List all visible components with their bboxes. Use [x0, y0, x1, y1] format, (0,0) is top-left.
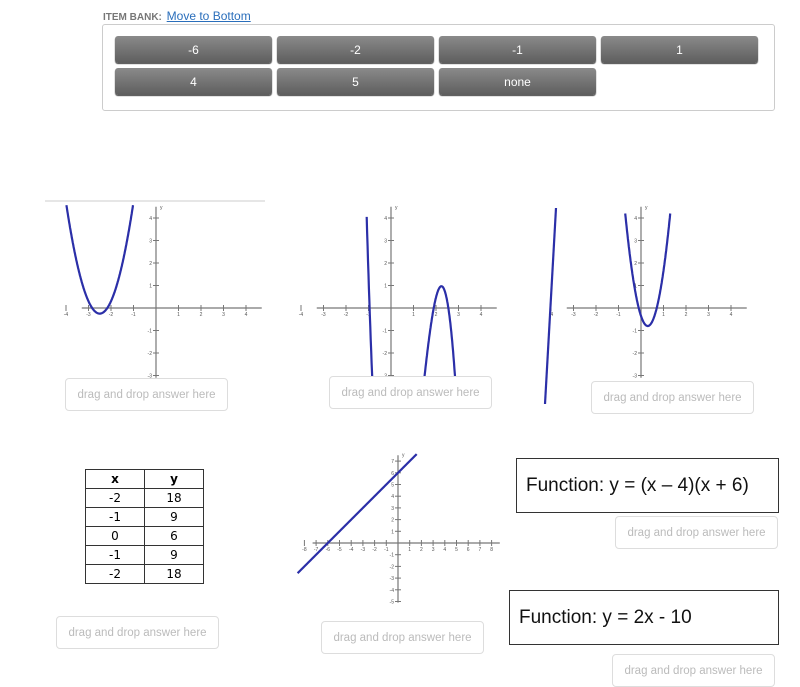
coordinate-graph: -4-3-2-11234-3-2-11234y [64, 205, 262, 380]
drop-zone[interactable]: drag and drop answer here [321, 621, 484, 654]
x-tick-label: 1 [408, 547, 411, 553]
x-tick-label: 3 [457, 312, 460, 318]
function-curve [65, 205, 135, 315]
x-tick-label: -2 [344, 312, 349, 318]
x-tick-label: -8 [302, 547, 307, 553]
drop-zone[interactable]: drag and drop answer here [591, 381, 754, 414]
y-tick-label: 1 [149, 284, 152, 290]
x-tick-label: 4 [730, 312, 733, 318]
table-row: -2 18 [85, 564, 204, 584]
y-tick-label: -2 [148, 351, 153, 357]
x-tick-label: -4 [299, 312, 304, 318]
function-card: Function: y = (x – 4)(x + 6) [516, 458, 779, 513]
table-row: -1 9 [85, 545, 204, 565]
y-tick-label: 3 [384, 239, 387, 245]
y-tick-label: 4 [149, 216, 152, 222]
x-tick-label: 4 [480, 312, 483, 318]
y-axis-label: y [645, 205, 648, 211]
y-tick-label: 5 [391, 483, 394, 489]
function-curve [296, 453, 418, 574]
drop-zone[interactable]: drag and drop answer here [329, 376, 492, 409]
x-tick-label: 2 [200, 312, 203, 318]
x-tick-label: 2 [685, 312, 688, 318]
y-tick-label: 3 [634, 239, 637, 245]
x-tick-label: 3 [707, 312, 710, 318]
y-tick-label: -3 [633, 374, 638, 380]
x-tick-label: 2 [420, 547, 423, 553]
drop-zone[interactable]: drag and drop answer here [612, 654, 775, 687]
y-tick-label: -2 [633, 351, 638, 357]
y-tick-label: -1 [633, 329, 638, 335]
x-tick-label: 4 [245, 312, 248, 318]
y-tick-label: 2 [634, 261, 637, 267]
y-tick-label: 3 [391, 506, 394, 512]
x-tick-label: 1 [412, 312, 415, 318]
y-tick-label: 1 [384, 284, 387, 290]
y-tick-label: 7 [391, 459, 394, 465]
x-tick-label: 7 [479, 547, 482, 553]
y-axis-label: y [402, 452, 405, 458]
xy-table: xy -2 18 -1 9 06 -1 9 -2 18 [85, 469, 204, 584]
coordinate-graph: -4-3-2-11234-3-2-11234y [299, 205, 497, 380]
x-tick-label: -4 [349, 547, 354, 553]
x-tick-label: 5 [455, 547, 458, 553]
function-card: Function: y = 2x - 10 [509, 590, 779, 645]
y-tick-label: -4 [390, 588, 395, 594]
x-tick-label: 4 [443, 547, 446, 553]
table-row: -2 18 [85, 488, 204, 508]
coordinate-graph: -4-3-2-11234-3-2-11234y [549, 205, 747, 380]
x-tick-label: -3 [321, 312, 326, 318]
y-tick-label: 2 [384, 261, 387, 267]
drop-zone[interactable]: drag and drop answer here [56, 616, 219, 649]
function-curve [543, 207, 558, 405]
x-tick-label: 3 [432, 547, 435, 553]
y-axis-label: y [160, 205, 163, 211]
x-tick-label: -4 [64, 312, 69, 318]
y-tick-label: -2 [390, 564, 395, 570]
x-tick-label: 1 [177, 312, 180, 318]
y-tick-label: 2 [391, 518, 394, 524]
y-tick-label: -5 [390, 600, 395, 606]
y-tick-label: -3 [390, 576, 395, 582]
y-tick-label: 4 [384, 216, 387, 222]
table-header: x [85, 469, 145, 489]
x-tick-label: -1 [131, 312, 136, 318]
y-tick-label: 2 [149, 261, 152, 267]
x-tick-label: -1 [616, 312, 621, 318]
x-tick-label: -1 [384, 547, 389, 553]
x-tick-label: 2 [435, 312, 438, 318]
x-tick-label: 3 [222, 312, 225, 318]
function-curve [365, 216, 458, 398]
y-tick-label: 4 [391, 494, 394, 500]
drop-zone[interactable]: drag and drop answer here [615, 516, 778, 549]
y-tick-label: -2 [383, 351, 388, 357]
x-tick-label: -3 [361, 547, 366, 553]
x-tick-label: -3 [571, 312, 576, 318]
y-tick-label: -1 [148, 329, 153, 335]
x-tick-label: 8 [490, 547, 493, 553]
x-tick-label: -2 [109, 312, 114, 318]
drop-zone[interactable]: drag and drop answer here [65, 378, 228, 411]
y-axis-label: y [395, 205, 398, 211]
y-tick-label: 4 [634, 216, 637, 222]
x-tick-label: 6 [467, 547, 470, 553]
table-row: -1 9 [85, 507, 204, 527]
x-tick-label: 1 [662, 312, 665, 318]
y-tick-label: -1 [383, 329, 388, 335]
y-tick-label: 1 [391, 529, 394, 535]
x-tick-label: -5 [337, 547, 342, 553]
x-tick-label: -2 [372, 547, 377, 553]
x-tick-label: -2 [594, 312, 599, 318]
table-row: 06 [85, 526, 204, 546]
x-tick-label: -6 [326, 547, 331, 553]
table-header: y [144, 469, 204, 489]
coordinate-graph: -8 -7 -6 -5 -4 -3 -2 -1 1 2 3 4 5 6 7 8-5-4-3-2-1123456… [302, 452, 500, 606]
y-tick-label: -1 [390, 553, 395, 559]
x-tick-label: -3 [86, 312, 91, 318]
y-tick-label: 3 [149, 239, 152, 245]
